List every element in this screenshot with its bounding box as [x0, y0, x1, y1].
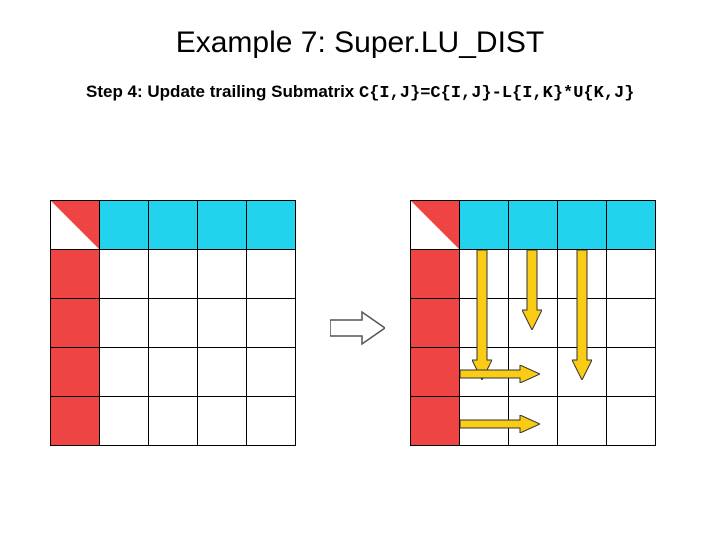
c-cell: [198, 299, 247, 348]
u-cell: [509, 201, 558, 250]
u-cell: [247, 201, 296, 250]
l-cell: [411, 397, 460, 446]
update-arrow-down-icon: [522, 250, 542, 330]
c-cell: [198, 397, 247, 446]
u-cell: [100, 201, 149, 250]
u-cell: [607, 201, 656, 250]
transition-arrow-icon: [330, 310, 385, 346]
l-cell: [51, 397, 100, 446]
u-cell: [198, 201, 247, 250]
c-cell: [247, 397, 296, 446]
c-cell: [607, 250, 656, 299]
u-cell: [149, 201, 198, 250]
update-arrow-down-icon: [472, 250, 492, 380]
c-cell: [100, 250, 149, 299]
c-cell: [247, 299, 296, 348]
l-cell: [51, 299, 100, 348]
c-cell: [607, 348, 656, 397]
subtitle-text: Step 4: Update trailing Submatrix: [86, 82, 359, 101]
step-subtitle: Step 4: Update trailing Submatrix C{I,J}…: [86, 82, 634, 103]
c-cell: [607, 299, 656, 348]
c-cell: [100, 397, 149, 446]
matrix-right-wrap: [410, 200, 660, 450]
u-cell: [460, 201, 509, 250]
matrix-left: [50, 200, 296, 446]
c-cell: [149, 348, 198, 397]
c-cell: [149, 299, 198, 348]
l-cell: [51, 250, 100, 299]
pivot-cell: [51, 201, 100, 250]
update-arrow-right-icon: [460, 365, 540, 383]
c-cell: [100, 348, 149, 397]
c-cell: [607, 397, 656, 446]
slide-title: Example 7: Super.LU_DIST: [0, 26, 720, 60]
l-cell: [411, 348, 460, 397]
l-cell: [51, 348, 100, 397]
c-cell: [149, 397, 198, 446]
update-arrow-down-icon: [572, 250, 592, 380]
u-cell: [558, 201, 607, 250]
c-cell: [198, 250, 247, 299]
c-cell: [100, 299, 149, 348]
c-cell: [247, 250, 296, 299]
l-cell: [411, 250, 460, 299]
c-cell: [198, 348, 247, 397]
c-cell: [247, 348, 296, 397]
c-cell: [558, 397, 607, 446]
update-arrow-right-icon: [460, 415, 540, 433]
c-cell: [149, 250, 198, 299]
subtitle-formula: C{I,J}=C{I,J}-L{I,K}*U{K,J}: [359, 84, 634, 103]
pivot-cell: [411, 201, 460, 250]
l-cell: [411, 299, 460, 348]
